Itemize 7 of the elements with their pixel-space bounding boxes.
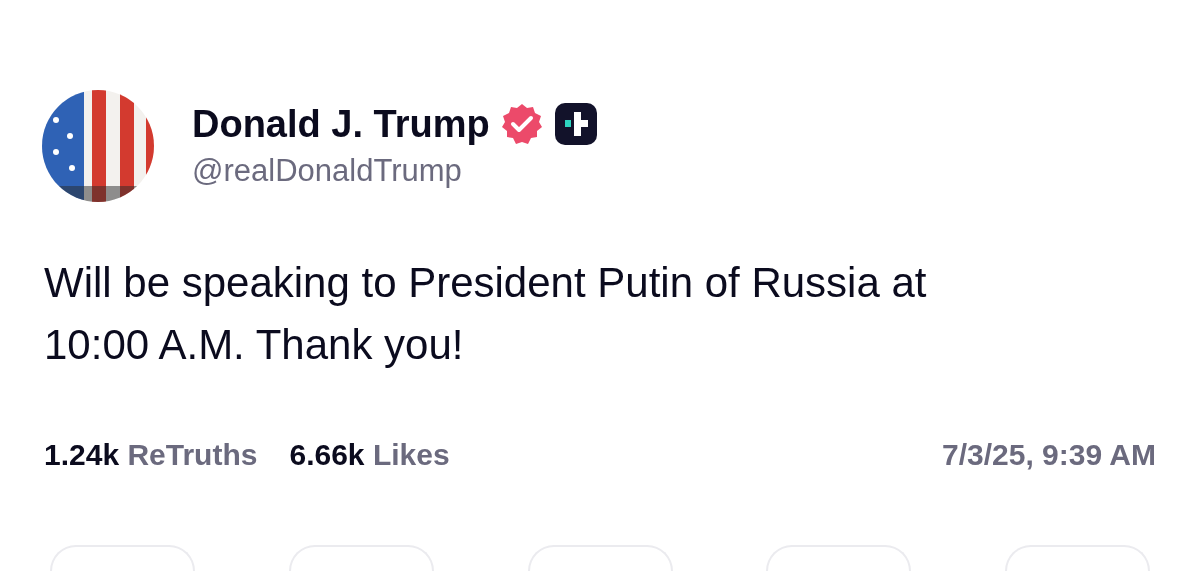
author-name[interactable]: Donald J. Trump — [192, 104, 490, 143]
post-text: Will be speaking to President Putin of Russia at 10:00 A.M. Thank you! — [44, 258, 928, 370]
stat-count[interactable]: 1.24k ReTruths — [44, 432, 258, 477]
post-timestamp: 7/3/25, 9:39 AM — [942, 437, 1156, 473]
stat-count[interactable]: 6.66k Likes — [289, 432, 450, 477]
author-handle[interactable]: @realDonaldTrump — [192, 151, 598, 191]
plus-badge-icon — [553, 101, 598, 146]
